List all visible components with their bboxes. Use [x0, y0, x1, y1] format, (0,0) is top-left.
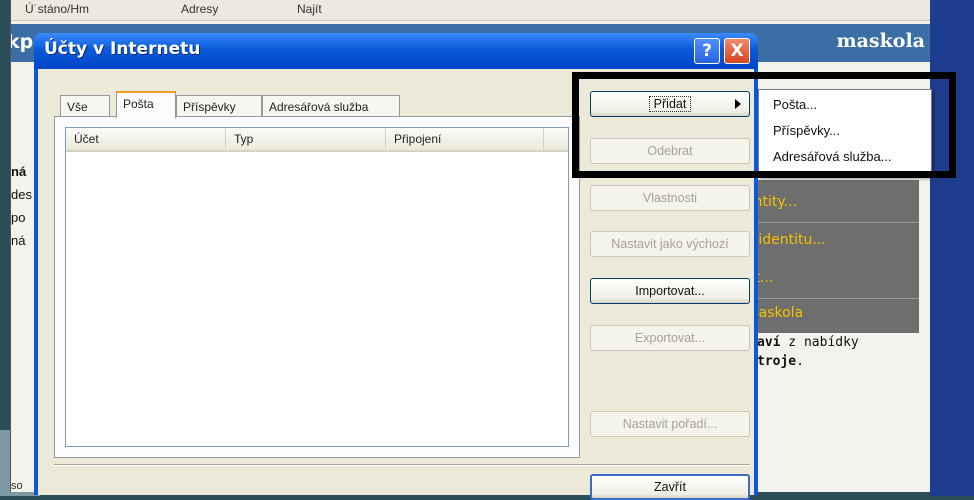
panel-separator	[741, 298, 919, 299]
export-button[interactable]: Exportovat...	[590, 325, 750, 351]
dialog-titlebar[interactable]: Účty v Internetu ? X	[34, 33, 758, 69]
background-text-line: po	[11, 210, 26, 225]
background-menubar: Ú˙stáno/Hm Adresy Najít	[11, 0, 931, 21]
highlight-frame	[572, 72, 956, 178]
background-text-line: des	[11, 187, 32, 202]
background-menu-item[interactable]: Najít	[297, 2, 322, 16]
background-menu-item[interactable]: Ú˙stáno/Hm	[25, 2, 89, 16]
column-header-account[interactable]: Účet	[66, 128, 226, 150]
panel-separator	[741, 222, 919, 223]
set-default-button[interactable]: Nastavit jako výchozí	[590, 231, 750, 257]
tab-directory-service[interactable]: Adresářová služba	[262, 95, 400, 117]
dialog-title: Účty v Internetu	[44, 39, 201, 59]
background-identity-panel: entity... u identitu... tit... maskola	[741, 180, 919, 333]
properties-button[interactable]: Vlastnosti	[590, 185, 750, 211]
background-menu-item[interactable]: Adresy	[181, 2, 218, 16]
background-bold-text: aví	[757, 335, 781, 350]
dialog-separator	[54, 464, 750, 466]
close-window-button[interactable]: X	[724, 38, 750, 64]
background-bottom-text: so	[11, 480, 23, 492]
background-header-left: kp	[11, 31, 34, 53]
background-text: .	[796, 354, 804, 369]
tab-panel: Účet Typ Připojení	[54, 116, 580, 458]
accounts-list[interactable]: Účet Typ Připojení	[65, 127, 569, 447]
list-header: Účet Typ Připojení	[66, 128, 568, 152]
tab-all[interactable]: Vše	[60, 95, 110, 117]
import-button[interactable]: Importovat...	[590, 278, 750, 304]
background-text: z nabídky	[780, 335, 859, 350]
set-order-button[interactable]: Nastavit pořadí...	[590, 411, 750, 437]
column-header-type[interactable]: Typ	[226, 128, 386, 150]
background-text-line: ná	[11, 233, 26, 248]
tab-mail[interactable]: Pošta	[116, 91, 176, 118]
background-text-line: ná	[11, 164, 27, 179]
background-bold-text: troje	[757, 354, 797, 369]
background-left-text: ná des po ná	[11, 160, 32, 252]
tab-news[interactable]: Příspěvky	[176, 95, 262, 117]
help-button[interactable]: ?	[694, 38, 720, 64]
background-header-title: maskola	[836, 30, 925, 52]
column-header-connection[interactable]: Připojení	[386, 128, 544, 150]
close-button[interactable]: Zavřít	[590, 474, 750, 500]
background-instruction-text: aví z nabídky troje.	[757, 333, 859, 371]
